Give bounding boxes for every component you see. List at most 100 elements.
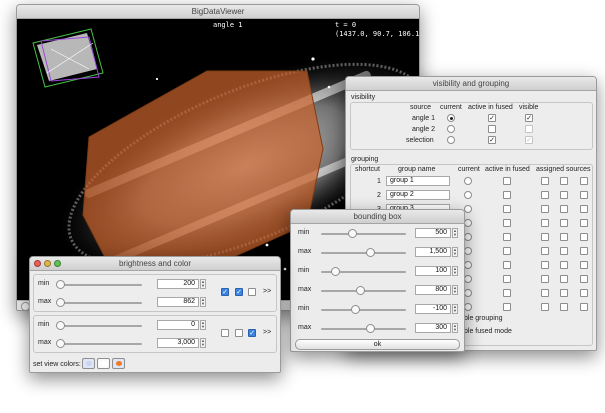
- source-visible-checkbox[interactable]: ✓: [525, 136, 533, 144]
- group-active-checkbox[interactable]: [503, 205, 511, 213]
- assigned-source-checkbox[interactable]: [541, 303, 549, 311]
- assigned-source-checkbox[interactable]: [580, 219, 588, 227]
- assigned-source-checkbox[interactable]: [541, 191, 549, 199]
- bbox-value-input[interactable]: 1,500: [415, 247, 451, 257]
- group-current-radio[interactable]: [464, 191, 472, 199]
- spinner-arrows-icon[interactable]: ▲ ▼: [452, 247, 458, 257]
- assigned-source-checkbox[interactable]: [580, 233, 588, 241]
- assigned-source-checkbox[interactable]: [541, 247, 549, 255]
- assigned-source-checkbox[interactable]: [580, 261, 588, 269]
- assigned-source-checkbox[interactable]: [580, 205, 588, 213]
- enable-grouping-label[interactable]: ble grouping: [464, 315, 503, 322]
- group-active-checkbox[interactable]: [503, 275, 511, 283]
- group-current-radio[interactable]: [464, 233, 472, 241]
- bbox-value-input[interactable]: 500: [415, 228, 451, 238]
- group-current-radio[interactable]: [464, 289, 472, 297]
- group-current-radio[interactable]: [464, 205, 472, 213]
- assigned-source-checkbox[interactable]: [560, 303, 568, 311]
- group-active-checkbox[interactable]: [503, 247, 511, 255]
- group-current-radio[interactable]: [464, 261, 472, 269]
- assigned-source-checkbox[interactable]: [560, 289, 568, 297]
- group-active-checkbox[interactable]: [503, 303, 511, 311]
- expand-button[interactable]: >>: [263, 288, 271, 295]
- source-visible-checkbox[interactable]: [525, 125, 533, 133]
- assigned-source-checkbox[interactable]: [560, 177, 568, 185]
- bbox-value-input[interactable]: 800: [415, 285, 451, 295]
- source-active-checkbox[interactable]: ✓: [488, 114, 496, 122]
- assigned-source-checkbox[interactable]: [541, 289, 549, 297]
- group-name-input[interactable]: group 1: [386, 176, 450, 186]
- bbox-slider-track[interactable]: [321, 328, 406, 330]
- spinner-arrows-icon[interactable]: ▲ ▼: [452, 228, 458, 238]
- spinner-arrows-icon[interactable]: ▲ ▼: [452, 266, 458, 276]
- assigned-source-checkbox[interactable]: [580, 177, 588, 185]
- brightness-value-input[interactable]: 3,000: [157, 338, 199, 348]
- group-current-radio[interactable]: [464, 247, 472, 255]
- brightness-slider-knob[interactable]: [56, 339, 65, 348]
- zoom-icon[interactable]: [54, 260, 61, 267]
- assigned-source-checkbox[interactable]: [541, 233, 549, 241]
- bbox-slider-track[interactable]: [321, 233, 406, 235]
- brightness-slider-knob[interactable]: [56, 280, 65, 289]
- brightness-slider-knob[interactable]: [56, 298, 65, 307]
- assigned-source-checkbox[interactable]: [580, 275, 588, 283]
- assigned-source-checkbox[interactable]: [560, 233, 568, 241]
- spinner-arrows-icon[interactable]: ▲ ▼: [452, 323, 458, 333]
- channel-checkbox[interactable]: [248, 288, 256, 296]
- channel-checkbox[interactable]: ✓: [221, 288, 229, 296]
- assigned-source-checkbox[interactable]: [541, 261, 549, 269]
- color-button-blue[interactable]: [82, 358, 95, 369]
- bbox-slider-knob[interactable]: [366, 248, 376, 257]
- bb-titlebar[interactable]: bounding box: [291, 210, 464, 224]
- channel-checkbox[interactable]: [235, 329, 243, 337]
- bbox-value-input[interactable]: 100: [415, 266, 451, 276]
- color-button-orange[interactable]: [112, 358, 125, 369]
- assigned-source-checkbox[interactable]: [560, 219, 568, 227]
- group-active-checkbox[interactable]: [503, 219, 511, 227]
- source-current-radio[interactable]: [447, 114, 455, 122]
- brightness-slider-track[interactable]: [60, 343, 142, 345]
- brightness-slider-track[interactable]: [60, 302, 142, 304]
- bbox-slider-knob[interactable]: [331, 267, 341, 276]
- group-active-checkbox[interactable]: [503, 177, 511, 185]
- source-active-checkbox[interactable]: [488, 125, 496, 133]
- ok-button[interactable]: ok: [295, 339, 460, 350]
- bbox-slider-knob[interactable]: [366, 324, 376, 333]
- assigned-source-checkbox[interactable]: [541, 275, 549, 283]
- assigned-source-checkbox[interactable]: [560, 261, 568, 269]
- bc-titlebar[interactable]: brightness and color: [30, 257, 280, 271]
- source-active-checkbox[interactable]: ✓: [488, 136, 496, 144]
- brightness-value-input[interactable]: 0: [157, 320, 199, 330]
- group-current-radio[interactable]: [464, 275, 472, 283]
- assigned-source-checkbox[interactable]: [580, 289, 588, 297]
- close-icon[interactable]: [34, 260, 41, 267]
- group-active-checkbox[interactable]: [503, 233, 511, 241]
- assigned-source-checkbox[interactable]: [560, 275, 568, 283]
- spinner-arrows-icon[interactable]: ▲ ▼: [200, 279, 206, 289]
- spinner-arrows-icon[interactable]: ▲ ▼: [200, 297, 206, 307]
- expand-button[interactable]: >>: [263, 329, 271, 336]
- channel-checkbox[interactable]: ✓: [235, 288, 243, 296]
- bbox-slider-track[interactable]: [321, 252, 406, 254]
- assigned-source-checkbox[interactable]: [560, 191, 568, 199]
- source-current-radio[interactable]: [447, 136, 455, 144]
- minimize-icon[interactable]: [44, 260, 51, 267]
- source-current-radio[interactable]: [447, 125, 455, 133]
- spinner-arrows-icon[interactable]: ▲ ▼: [200, 320, 206, 330]
- bbox-value-input[interactable]: 300: [415, 323, 451, 333]
- brightness-slider-track[interactable]: [60, 284, 142, 286]
- group-current-radio[interactable]: [464, 177, 472, 185]
- channel-checkbox[interactable]: [221, 329, 229, 337]
- group-current-radio[interactable]: [464, 303, 472, 311]
- bbox-slider-track[interactable]: [321, 309, 406, 311]
- assigned-source-checkbox[interactable]: [580, 303, 588, 311]
- brightness-value-input[interactable]: 862: [157, 297, 199, 307]
- vg-titlebar[interactable]: visibility and grouping: [346, 77, 596, 91]
- spinner-arrows-icon[interactable]: ▲ ▼: [452, 285, 458, 295]
- bbox-value-input[interactable]: -100: [415, 304, 451, 314]
- assigned-source-checkbox[interactable]: [580, 191, 588, 199]
- group-active-checkbox[interactable]: [503, 289, 511, 297]
- bbox-slider-knob[interactable]: [347, 229, 357, 238]
- assigned-source-checkbox[interactable]: [541, 205, 549, 213]
- bbox-slider-knob[interactable]: [351, 305, 360, 314]
